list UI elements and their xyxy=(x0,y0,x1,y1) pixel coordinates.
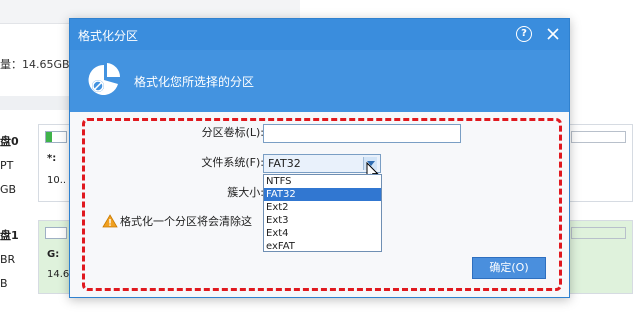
close-icon[interactable] xyxy=(543,24,563,44)
dropdown-option-fat32[interactable]: FAT32 xyxy=(264,188,381,201)
partition-size: 14.6 xyxy=(47,269,70,280)
partition-usage-bar xyxy=(45,131,67,143)
background-capacity: 量：14.65GB xyxy=(0,58,70,71)
format-warning-text: 格式化一个分区将会清除这 xyxy=(120,215,252,228)
ok-button[interactable]: 确定(O) xyxy=(472,257,546,279)
dropdown-option-ext3[interactable]: Ext3 xyxy=(264,214,381,227)
disk1-size: B xyxy=(0,277,8,290)
disk1-name: 盘1 xyxy=(0,229,19,242)
filesystem-caption: 文件系统(F): xyxy=(201,156,264,169)
partition-usage-bar-right xyxy=(571,131,626,143)
dropdown-option-ext4[interactable]: Ext4 xyxy=(264,227,381,240)
partition-usage-bar-right xyxy=(571,227,626,239)
help-icon[interactable]: ? xyxy=(516,26,532,42)
filesystem-dropdown-list[interactable]: NTFS FAT32 Ext2 Ext3 Ext4 exFAT xyxy=(263,174,382,252)
partition-drive-letter: *: xyxy=(47,153,57,164)
dropdown-option-ext2[interactable]: Ext2 xyxy=(264,201,381,214)
dialog-header-text: 格式化您所选择的分区 xyxy=(134,75,255,89)
disk0-type: PT xyxy=(0,159,14,172)
warning-icon xyxy=(102,214,118,228)
format-partition-dialog: 格式化分区 ? 格式化您所选择的分区 分区卷标(L): 文件系统(F): FAT… xyxy=(69,18,570,298)
filesystem-selected-value: FAT32 xyxy=(268,157,301,170)
dialog-body: 分区卷标(L): 文件系统(F): FAT32 簇大小: 格式化一个分区将会清除… xyxy=(70,112,569,297)
dialog-title-bar[interactable]: 格式化分区 ? xyxy=(70,19,569,50)
dropdown-option-ntfs[interactable]: NTFS xyxy=(264,175,381,188)
volume-label-caption: 分区卷标(L): xyxy=(201,126,264,139)
dialog-title: 格式化分区 xyxy=(78,29,139,43)
pie-chart-disk-icon xyxy=(87,63,121,97)
background-separator xyxy=(0,96,70,110)
partition-size: 10.. xyxy=(47,175,67,186)
cluster-size-caption: 簇大小: xyxy=(227,186,264,199)
volume-label-input[interactable] xyxy=(263,124,461,143)
disk0-size: GB xyxy=(0,183,17,196)
disk0-name: 盘0 xyxy=(0,135,19,148)
dialog-header: 格式化您所选择的分区 xyxy=(70,50,569,112)
disk1-type: BR xyxy=(0,253,16,266)
partition-usage-bar xyxy=(45,227,67,239)
dropdown-option-exfat[interactable]: exFAT xyxy=(264,240,381,253)
disk0-label[interactable]: 盘0 PT GB xyxy=(0,130,40,202)
filesystem-select[interactable]: FAT32 xyxy=(263,154,381,173)
disk1-label[interactable]: 盘1 BR B xyxy=(0,224,40,296)
partition-drive-letter: G: xyxy=(47,249,60,260)
